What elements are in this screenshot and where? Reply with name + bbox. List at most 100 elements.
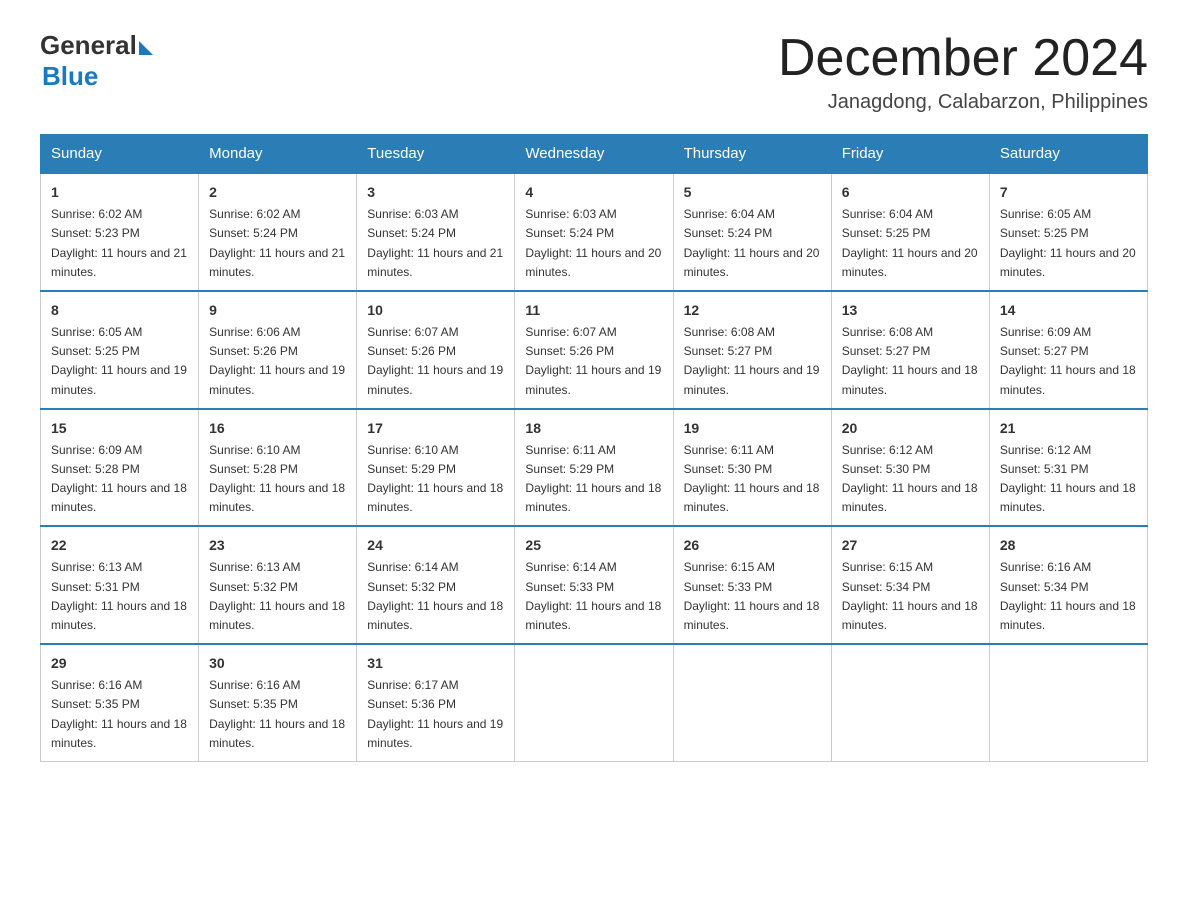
calendar-cell	[515, 644, 673, 761]
day-number: 13	[842, 300, 979, 321]
calendar-cell: 26Sunrise: 6:15 AMSunset: 5:33 PMDayligh…	[673, 526, 831, 644]
day-number: 25	[525, 535, 662, 556]
calendar-cell: 5 Sunrise: 6:04 AMSunset: 5:24 PMDaylight…	[673, 173, 831, 291]
calendar-cell: 24 Sunrise: 6:14 AMSunset: 5:32 PMDayligh…	[357, 526, 515, 644]
day-number: 19	[684, 418, 821, 439]
day-number: 29	[51, 653, 188, 674]
calendar-cell: 22Sunrise: 6:13 AMSunset: 5:31 PMDayligh…	[41, 526, 199, 644]
calendar-cell: 10Sunrise: 6:07 AMSunset: 5:26 PMDayligh…	[357, 291, 515, 409]
calendar-cell: 17 Sunrise: 6:10 AMSunset: 5:29 PMDayligh…	[357, 409, 515, 527]
day-info: Sunrise: 6:02 AMSunset: 5:24 PMDaylight:…	[209, 207, 345, 279]
calendar-cell: 14 Sunrise: 6:09 AMSunset: 5:27 PMDayligh…	[989, 291, 1147, 409]
calendar-cell: 29 Sunrise: 6:16 AMSunset: 5:35 PMDayligh…	[41, 644, 199, 761]
calendar-cell: 3 Sunrise: 6:03 AMSunset: 5:24 PMDaylight…	[357, 173, 515, 291]
day-info: Sunrise: 6:05 AMSunset: 5:25 PMDaylight:…	[51, 325, 187, 397]
calendar-cell	[673, 644, 831, 761]
day-info: Sunrise: 6:02 AMSunset: 5:23 PMDaylight:…	[51, 207, 187, 279]
calendar-cell: 18 Sunrise: 6:11 AMSunset: 5:29 PMDayligh…	[515, 409, 673, 527]
day-number: 30	[209, 653, 346, 674]
day-number: 26	[684, 535, 821, 556]
calendar-cell: 11 Sunrise: 6:07 AMSunset: 5:26 PMDayligh…	[515, 291, 673, 409]
day-info: Sunrise: 6:03 AMSunset: 5:24 PMDaylight:…	[367, 207, 503, 279]
calendar-body: 1Sunrise: 6:02 AMSunset: 5:23 PMDaylight…	[41, 173, 1148, 761]
day-number: 18	[525, 418, 662, 439]
day-info: Sunrise: 6:15 AMSunset: 5:34 PMDaylight:…	[842, 560, 978, 632]
day-number: 20	[842, 418, 979, 439]
header-tuesday: Tuesday	[357, 135, 515, 174]
day-info: Sunrise: 6:09 AMSunset: 5:28 PMDaylight:…	[51, 443, 187, 515]
calendar-cell: 15Sunrise: 6:09 AMSunset: 5:28 PMDayligh…	[41, 409, 199, 527]
calendar-cell: 7 Sunrise: 6:05 AMSunset: 5:25 PMDaylight…	[989, 173, 1147, 291]
day-number: 14	[1000, 300, 1137, 321]
day-number: 28	[1000, 535, 1137, 556]
day-info: Sunrise: 6:08 AMSunset: 5:27 PMDaylight:…	[684, 325, 820, 397]
day-number: 21	[1000, 418, 1137, 439]
day-info: Sunrise: 6:11 AMSunset: 5:29 PMDaylight:…	[525, 443, 661, 515]
calendar-cell: 19Sunrise: 6:11 AMSunset: 5:30 PMDayligh…	[673, 409, 831, 527]
day-info: Sunrise: 6:07 AMSunset: 5:26 PMDaylight:…	[525, 325, 661, 397]
day-info: Sunrise: 6:09 AMSunset: 5:27 PMDaylight:…	[1000, 325, 1136, 397]
day-number: 12	[684, 300, 821, 321]
day-info: Sunrise: 6:10 AMSunset: 5:29 PMDaylight:…	[367, 443, 503, 515]
logo: General Blue	[40, 30, 153, 92]
week-row-5: 29 Sunrise: 6:16 AMSunset: 5:35 PMDayligh…	[41, 644, 1148, 761]
day-number: 16	[209, 418, 346, 439]
calendar-cell: 6Sunrise: 6:04 AMSunset: 5:25 PMDaylight…	[831, 173, 989, 291]
day-number: 2	[209, 182, 346, 203]
day-info: Sunrise: 6:17 AMSunset: 5:36 PMDaylight:…	[367, 678, 503, 750]
header-row: SundayMondayTuesdayWednesdayThursdayFrid…	[41, 135, 1148, 174]
calendar-cell: 8 Sunrise: 6:05 AMSunset: 5:25 PMDaylight…	[41, 291, 199, 409]
header-saturday: Saturday	[989, 135, 1147, 174]
month-title: December 2024	[778, 30, 1148, 87]
day-number: 3	[367, 182, 504, 203]
header-thursday: Thursday	[673, 135, 831, 174]
day-number: 17	[367, 418, 504, 439]
day-info: Sunrise: 6:07 AMSunset: 5:26 PMDaylight:…	[367, 325, 503, 397]
location-title: Janagdong, Calabarzon, Philippines	[778, 91, 1148, 114]
header-friday: Friday	[831, 135, 989, 174]
day-number: 22	[51, 535, 188, 556]
day-info: Sunrise: 6:14 AMSunset: 5:32 PMDaylight:…	[367, 560, 503, 632]
day-info: Sunrise: 6:16 AMSunset: 5:35 PMDaylight:…	[209, 678, 345, 750]
day-info: Sunrise: 6:16 AMSunset: 5:35 PMDaylight:…	[51, 678, 187, 750]
calendar-cell: 1Sunrise: 6:02 AMSunset: 5:23 PMDaylight…	[41, 173, 199, 291]
week-row-4: 22Sunrise: 6:13 AMSunset: 5:31 PMDayligh…	[41, 526, 1148, 644]
calendar-cell: 28Sunrise: 6:16 AMSunset: 5:34 PMDayligh…	[989, 526, 1147, 644]
calendar-cell	[989, 644, 1147, 761]
day-number: 5	[684, 182, 821, 203]
calendar-cell: 13 Sunrise: 6:08 AMSunset: 5:27 PMDayligh…	[831, 291, 989, 409]
day-info: Sunrise: 6:08 AMSunset: 5:27 PMDaylight:…	[842, 325, 978, 397]
day-info: Sunrise: 6:06 AMSunset: 5:26 PMDaylight:…	[209, 325, 345, 397]
calendar-cell: 4Sunrise: 6:03 AMSunset: 5:24 PMDaylight…	[515, 173, 673, 291]
day-info: Sunrise: 6:10 AMSunset: 5:28 PMDaylight:…	[209, 443, 345, 515]
day-info: Sunrise: 6:05 AMSunset: 5:25 PMDaylight:…	[1000, 207, 1136, 279]
header-wednesday: Wednesday	[515, 135, 673, 174]
day-number: 31	[367, 653, 504, 674]
day-number: 23	[209, 535, 346, 556]
day-info: Sunrise: 6:12 AMSunset: 5:31 PMDaylight:…	[1000, 443, 1136, 515]
calendar-cell: 31 Sunrise: 6:17 AMSunset: 5:36 PMDayligh…	[357, 644, 515, 761]
day-number: 11	[525, 300, 662, 321]
header-monday: Monday	[199, 135, 357, 174]
calendar-cell	[831, 644, 989, 761]
calendar-table: SundayMondayTuesdayWednesdayThursdayFrid…	[40, 134, 1148, 762]
header-sunday: Sunday	[41, 135, 199, 174]
calendar-cell: 21 Sunrise: 6:12 AMSunset: 5:31 PMDayligh…	[989, 409, 1147, 527]
calendar-cell: 12 Sunrise: 6:08 AMSunset: 5:27 PMDayligh…	[673, 291, 831, 409]
day-number: 24	[367, 535, 504, 556]
day-info: Sunrise: 6:04 AMSunset: 5:24 PMDaylight:…	[684, 207, 820, 279]
day-number: 8	[51, 300, 188, 321]
day-info: Sunrise: 6:12 AMSunset: 5:30 PMDaylight:…	[842, 443, 978, 515]
week-row-1: 1Sunrise: 6:02 AMSunset: 5:23 PMDaylight…	[41, 173, 1148, 291]
logo-general-text: General	[40, 30, 137, 61]
day-info: Sunrise: 6:13 AMSunset: 5:32 PMDaylight:…	[209, 560, 345, 632]
logo-blue-text: Blue	[42, 61, 98, 92]
calendar-cell: 20 Sunrise: 6:12 AMSunset: 5:30 PMDayligh…	[831, 409, 989, 527]
day-number: 4	[525, 182, 662, 203]
day-number: 7	[1000, 182, 1137, 203]
week-row-3: 15Sunrise: 6:09 AMSunset: 5:28 PMDayligh…	[41, 409, 1148, 527]
day-number: 27	[842, 535, 979, 556]
calendar-cell: 9Sunrise: 6:06 AMSunset: 5:26 PMDaylight…	[199, 291, 357, 409]
calendar-cell: 30 Sunrise: 6:16 AMSunset: 5:35 PMDayligh…	[199, 644, 357, 761]
calendar-cell: 25Sunrise: 6:14 AMSunset: 5:33 PMDayligh…	[515, 526, 673, 644]
